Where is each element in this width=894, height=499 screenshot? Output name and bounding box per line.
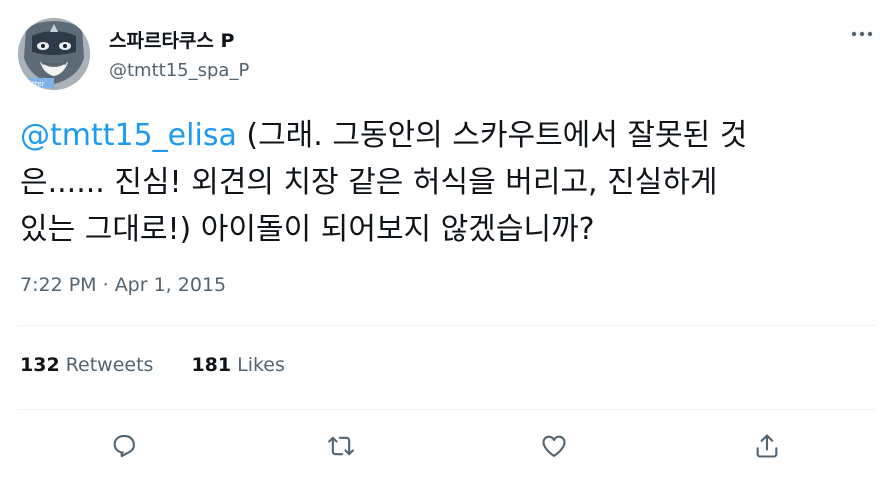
- avatar-image: itter: [18, 18, 90, 90]
- retweet-button[interactable]: [319, 424, 363, 468]
- heart-icon: [542, 435, 566, 457]
- reply-icon: [113, 435, 135, 458]
- tweet-text-line: 은...... 진심! 외견의 치장 같은 허식을 버리고, 진실하게: [20, 165, 718, 200]
- timestamp-separator: ·: [96, 274, 115, 296]
- tweet-text: @tmtt15_elisa (그래. 그동안의 스카우트에서 잘못된 것 은..…: [20, 112, 880, 253]
- divider: [18, 325, 876, 326]
- tweet-time[interactable]: 7:22 PM: [20, 274, 97, 296]
- tweet-timestamp: 7:22 PM · Apr 1, 2015: [20, 274, 226, 296]
- retweets-stat[interactable]: 132 Retweets: [20, 354, 153, 376]
- tweet-text-line: @tmtt15_elisa (그래. 그동안의 스카우트에서 잘못된 것: [20, 112, 880, 159]
- likes-count: 181: [191, 354, 232, 376]
- tweet-text-line: 있는 그대로!) 아이돌이 되어보지 않겠습니까?: [20, 212, 595, 247]
- likes-label: Likes: [237, 354, 285, 376]
- avatar[interactable]: itter: [18, 18, 90, 90]
- divider: [18, 409, 876, 410]
- retweets-label: Retweets: [65, 354, 154, 376]
- mention-link[interactable]: @tmtt15_elisa: [20, 118, 237, 153]
- reply-button[interactable]: [102, 424, 146, 468]
- retweets-count: 132: [20, 354, 60, 376]
- author-display-name[interactable]: 스파르타쿠스 P: [109, 26, 234, 53]
- tweet-text-segment: (그래. 그동안의 스카우트에서 잘못된 것: [236, 118, 748, 153]
- retweet-icon: [328, 436, 354, 456]
- author-handle[interactable]: @tmtt15_spa_P: [109, 60, 249, 81]
- more-horizontal-icon: [851, 31, 873, 37]
- tweet-date[interactable]: Apr 1, 2015: [115, 274, 226, 296]
- share-button[interactable]: [745, 424, 789, 468]
- likes-stat[interactable]: 181 Likes: [191, 354, 284, 376]
- share-icon: [756, 434, 778, 458]
- svg-text:itter: itter: [30, 80, 45, 88]
- more-options-button[interactable]: [844, 20, 880, 48]
- action-bar: [0, 424, 894, 468]
- engagement-stats: 132 Retweets 181 Likes: [20, 354, 285, 376]
- like-button[interactable]: [532, 424, 576, 468]
- tweet-card: itter 스파르타쿠스 P @tmtt15_spa_P @tmtt15_eli…: [0, 0, 894, 499]
